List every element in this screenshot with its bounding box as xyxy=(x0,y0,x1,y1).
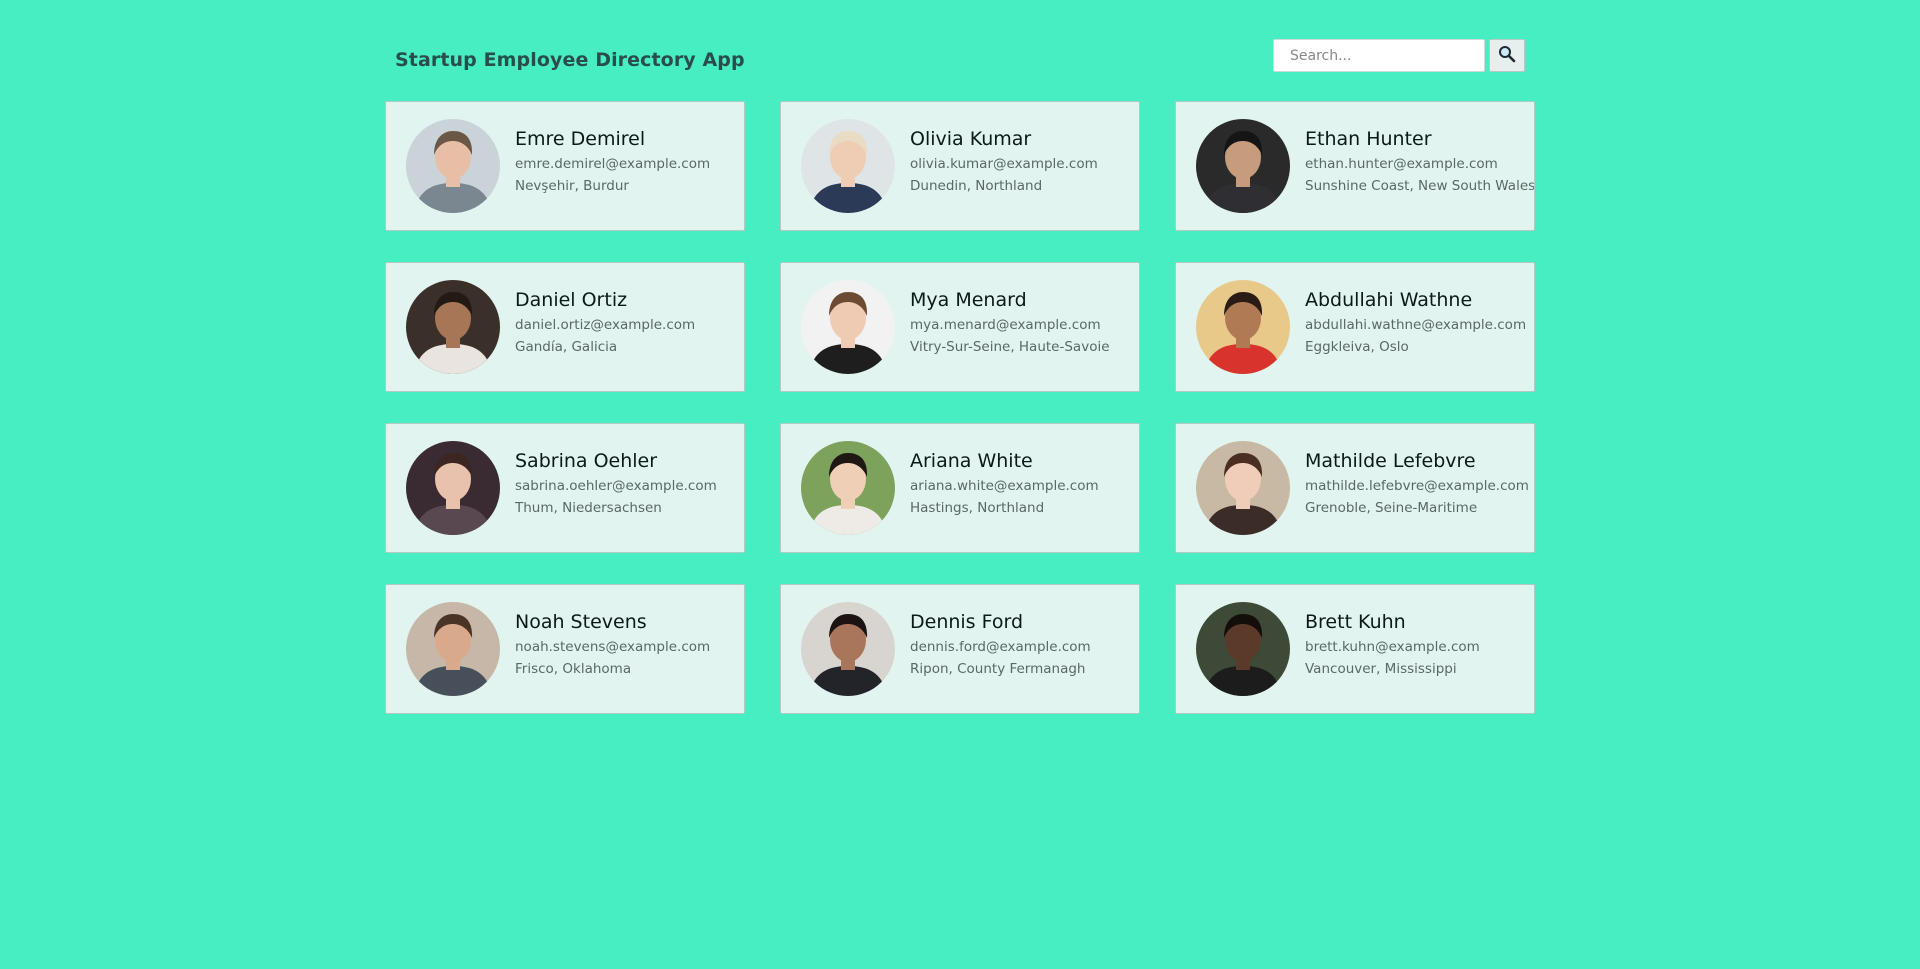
employee-card[interactable]: Abdullahi Wathne abdullahi.wathne@exampl… xyxy=(1175,262,1535,392)
search-input[interactable] xyxy=(1273,39,1485,72)
employee-email: sabrina.oehler@example.com xyxy=(515,478,717,494)
employee-info: Noah Stevens noah.stevens@example.com Fr… xyxy=(515,610,710,680)
employee-card[interactable]: Mya Menard mya.menard@example.com Vitry-… xyxy=(780,262,1140,392)
employee-card[interactable]: Sabrina Oehler sabrina.oehler@example.co… xyxy=(385,423,745,553)
avatar xyxy=(1196,441,1290,535)
employee-location: Eggkleiva, Oslo xyxy=(1305,339,1409,355)
page-title: Startup Employee Directory App xyxy=(395,49,745,71)
employee-email: daniel.ortiz@example.com xyxy=(515,317,696,333)
employee-name: Sabrina Oehler xyxy=(515,450,658,472)
avatar xyxy=(801,119,895,213)
avatar-portrait xyxy=(1196,441,1290,535)
employee-name: Emre Demirel xyxy=(515,128,646,150)
employee-name: Ethan Hunter xyxy=(1305,128,1432,150)
search-button[interactable] xyxy=(1489,39,1525,72)
employee-card[interactable]: Daniel Ortiz daniel.ortiz@example.com Ga… xyxy=(385,262,745,392)
employee-email: mathilde.lefebvre@example.com xyxy=(1305,478,1529,494)
employee-location: Grenoble, Seine-Maritime xyxy=(1305,500,1478,516)
app-header: Startup Employee Directory App xyxy=(395,37,1525,87)
avatar-portrait xyxy=(801,280,895,374)
search-bar xyxy=(1273,39,1525,72)
avatar xyxy=(1196,119,1290,213)
employee-info: Daniel Ortiz daniel.ortiz@example.com Ga… xyxy=(515,288,695,358)
employee-name: Olivia Kumar xyxy=(910,128,1032,150)
avatar xyxy=(406,441,500,535)
employee-card[interactable]: Olivia Kumar olivia.kumar@example.com Du… xyxy=(780,101,1140,231)
employee-info: Dennis Ford dennis.ford@example.com Ripo… xyxy=(910,610,1091,680)
avatar-portrait xyxy=(801,441,895,535)
magnifier-icon xyxy=(1498,45,1516,66)
employee-info: Sabrina Oehler sabrina.oehler@example.co… xyxy=(515,449,717,519)
employee-email: emre.demirel@example.com xyxy=(515,156,711,172)
employee-info: Ethan Hunter ethan.hunter@example.com Su… xyxy=(1305,127,1535,197)
avatar xyxy=(801,602,895,696)
employee-name: Daniel Ortiz xyxy=(515,289,628,311)
employee-email: dennis.ford@example.com xyxy=(910,639,1091,655)
employee-location: Vitry-Sur-Seine, Haute-Savoie xyxy=(910,339,1110,355)
employee-card[interactable]: Emre Demirel emre.demirel@example.com Ne… xyxy=(385,101,745,231)
employee-email: olivia.kumar@example.com xyxy=(910,156,1098,172)
avatar xyxy=(801,441,895,535)
avatar xyxy=(1196,602,1290,696)
avatar xyxy=(801,280,895,374)
employee-location: Ripon, County Fermanagh xyxy=(910,661,1086,677)
avatar-portrait xyxy=(406,119,500,213)
employee-info: Olivia Kumar olivia.kumar@example.com Du… xyxy=(910,127,1098,197)
employee-location: Thum, Niedersachsen xyxy=(515,500,662,516)
employee-location: Frisco, Oklahoma xyxy=(515,661,632,677)
employee-name: Mathilde Lefebvre xyxy=(1305,450,1476,472)
employee-location: Vancouver, Mississippi xyxy=(1305,661,1457,677)
employee-info: Brett Kuhn brett.kuhn@example.com Vancou… xyxy=(1305,610,1480,680)
employee-email: abdullahi.wathne@example.com xyxy=(1305,317,1527,333)
employee-name: Mya Menard xyxy=(910,289,1027,311)
employee-location: Hastings, Northland xyxy=(910,500,1045,516)
avatar-portrait xyxy=(801,119,895,213)
avatar-portrait xyxy=(1196,602,1290,696)
avatar-portrait xyxy=(801,602,895,696)
employee-name: Ariana White xyxy=(910,450,1033,472)
avatar xyxy=(406,602,500,696)
avatar xyxy=(406,280,500,374)
employee-info: Mathilde Lefebvre mathilde.lefebvre@exam… xyxy=(1305,449,1529,519)
avatar-portrait xyxy=(406,280,500,374)
employee-email: brett.kuhn@example.com xyxy=(1305,639,1480,655)
avatar-portrait xyxy=(406,441,500,535)
employee-grid: Emre Demirel emre.demirel@example.com Ne… xyxy=(385,101,1535,714)
employee-info: Emre Demirel emre.demirel@example.com Ne… xyxy=(515,127,710,197)
employee-info: Mya Menard mya.menard@example.com Vitry-… xyxy=(910,288,1110,358)
employee-location: Dunedin, Northland xyxy=(910,178,1043,194)
employee-card[interactable]: Noah Stevens noah.stevens@example.com Fr… xyxy=(385,584,745,714)
employee-card[interactable]: Brett Kuhn brett.kuhn@example.com Vancou… xyxy=(1175,584,1535,714)
avatar xyxy=(1196,280,1290,374)
employee-email: ethan.hunter@example.com xyxy=(1305,156,1498,172)
employee-name: Brett Kuhn xyxy=(1305,611,1406,633)
employee-email: noah.stevens@example.com xyxy=(515,639,711,655)
employee-card[interactable]: Mathilde Lefebvre mathilde.lefebvre@exam… xyxy=(1175,423,1535,553)
employee-name: Noah Stevens xyxy=(515,611,647,633)
employee-card[interactable]: Dennis Ford dennis.ford@example.com Ripo… xyxy=(780,584,1140,714)
employee-name: Abdullahi Wathne xyxy=(1305,289,1473,311)
employee-card[interactable]: Ethan Hunter ethan.hunter@example.com Su… xyxy=(1175,101,1535,231)
employee-location: Sunshine Coast, New South Wales xyxy=(1305,178,1535,194)
employee-card[interactable]: Ariana White ariana.white@example.com Ha… xyxy=(780,423,1140,553)
avatar xyxy=(406,119,500,213)
employee-info: Ariana White ariana.white@example.com Ha… xyxy=(910,449,1099,519)
employee-info: Abdullahi Wathne abdullahi.wathne@exampl… xyxy=(1305,288,1526,358)
employee-location: Nevşehir, Burdur xyxy=(515,178,629,194)
employee-email: mya.menard@example.com xyxy=(910,317,1101,333)
avatar-portrait xyxy=(1196,119,1290,213)
employee-location: Gandía, Galicia xyxy=(515,339,618,355)
employee-email: ariana.white@example.com xyxy=(910,478,1099,494)
employee-name: Dennis Ford xyxy=(910,611,1024,633)
avatar-portrait xyxy=(406,602,500,696)
avatar-portrait xyxy=(1196,280,1290,374)
